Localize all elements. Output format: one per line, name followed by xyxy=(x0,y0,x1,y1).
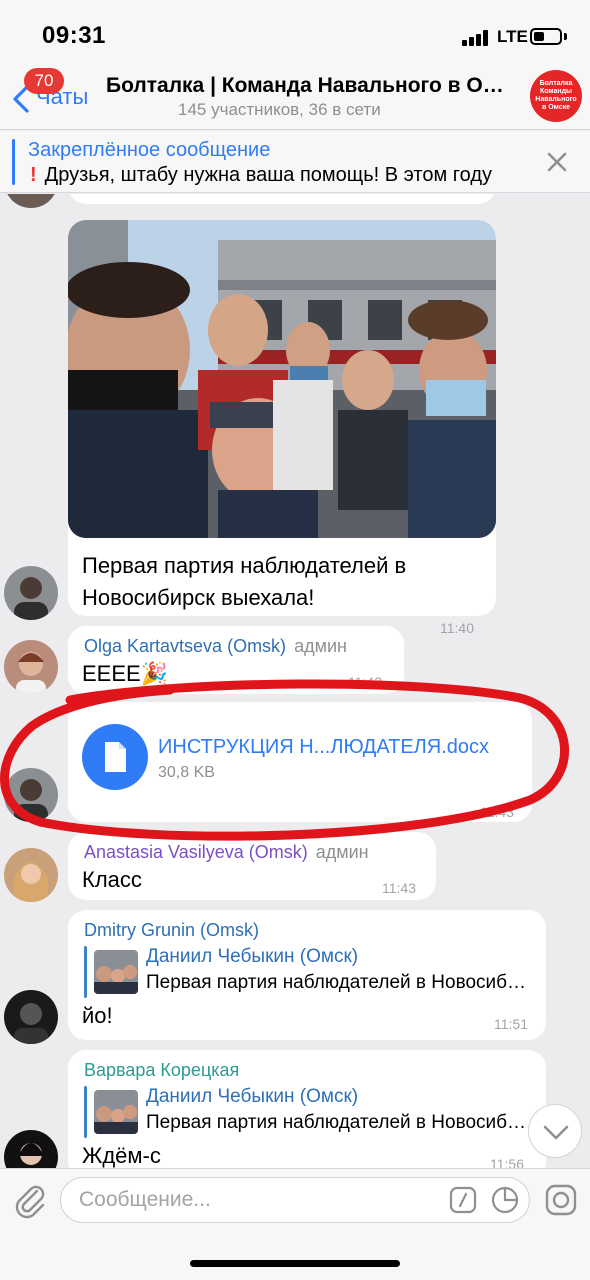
message-time: 11:43 xyxy=(480,804,514,820)
bot-commands-button[interactable] xyxy=(448,1185,478,1215)
paperclip-icon xyxy=(15,1185,45,1219)
admin-label: админ xyxy=(294,636,347,656)
pinned-text: Друзья, штабу нужна ваша помощь! В этом … xyxy=(44,164,492,186)
sender-name[interactable]: Dmitry Grunin (Omsk) xyxy=(84,920,259,941)
message-bubble[interactable]: Anastasia Vasilyeva (Omsk) админ Класс 11… xyxy=(68,832,436,900)
avatar[interactable] xyxy=(4,848,58,902)
reply-text: Первая партия наблюдателей в Новосибирск… xyxy=(146,1112,532,1133)
avatar[interactable] xyxy=(4,990,58,1044)
scroll-to-bottom-button[interactable] xyxy=(528,1104,582,1158)
avatar-image xyxy=(18,1143,44,1165)
avatar[interactable] xyxy=(4,194,58,208)
unread-badge: 70 xyxy=(24,68,64,94)
reply-author: Даниил Чебыкин (Омск) xyxy=(146,1086,359,1107)
exclamation-icon: ! xyxy=(30,164,37,186)
message-text: Первая партия наблюдателей в Новосибирск… xyxy=(82,553,407,610)
chat-header: Чаты 70 Болталка | Команда Навального в … xyxy=(0,62,590,130)
home-indicator xyxy=(190,1260,400,1267)
avatar[interactable] xyxy=(4,640,58,694)
battery-icon xyxy=(530,28,562,45)
pinned-close-button[interactable] xyxy=(540,145,574,179)
sender-name[interactable]: Olga Kartavtseva (Omsk) xyxy=(84,636,286,656)
message-time: 11:43 xyxy=(382,880,416,896)
photo-message[interactable]: Первая партия наблюдателей в Новосибирск… xyxy=(68,220,496,636)
avatar[interactable] xyxy=(4,1130,58,1168)
file-name[interactable]: ИНСТРУКЦИЯ Н...ЛЮДАТЕЛЯ.docx xyxy=(158,736,489,759)
sender-name[interactable]: Anastasia Vasilyeva (Omsk) xyxy=(84,842,308,862)
pinned-accent-bar xyxy=(12,139,15,185)
reply-thumbnail xyxy=(94,950,138,994)
chat-title[interactable]: Болталка | Команда Навального в Омске xyxy=(106,74,516,98)
message-text: Класс xyxy=(82,867,142,892)
message-text: Ждём-с xyxy=(82,1143,161,1168)
reply-author: Даниил Чебыкин (Омск) xyxy=(146,946,359,967)
network-type: LTE xyxy=(497,27,528,46)
avatar-image xyxy=(14,779,48,822)
battery-cap xyxy=(564,33,567,40)
file-message[interactable]: ИНСТРУКЦИЯ Н...ЛЮДАТЕЛЯ.docx 30,8 KB 11:… xyxy=(68,702,532,822)
message-text: йо! xyxy=(82,1003,113,1028)
sticker-icon xyxy=(491,1186,519,1214)
pinned-message[interactable]: Закреплённое сообщение ! Друзья, штабу ну… xyxy=(0,131,590,193)
pinned-text-row: ! Друзья, штабу нужна ваша помощь! В этом… xyxy=(30,164,542,187)
message-time: 11:40 xyxy=(440,620,474,636)
back-button[interactable]: Чаты 70 xyxy=(8,68,104,118)
pinned-title: Закреплённое сообщение xyxy=(28,139,271,161)
reply-bar xyxy=(84,1086,87,1138)
chevron-down-icon xyxy=(543,1125,569,1140)
previous-message-fragment[interactable] xyxy=(68,194,496,204)
avatar-image xyxy=(14,1003,48,1044)
slash-command-icon xyxy=(449,1186,477,1214)
chat-members-status: 145 участников, 36 в сети xyxy=(178,100,381,119)
avatar[interactable] xyxy=(4,566,58,620)
close-icon xyxy=(547,152,567,172)
attach-button[interactable] xyxy=(10,1179,50,1219)
avatar-image xyxy=(16,652,46,694)
sender-name[interactable]: Варвара Корецкая xyxy=(84,1060,239,1081)
signal-icon xyxy=(462,30,492,46)
status-bar: 09:31 LTE xyxy=(0,0,590,62)
admin-label: админ xyxy=(315,842,369,862)
reply-thumbnail xyxy=(94,1090,138,1134)
message-time: 11:51 xyxy=(494,1016,528,1032)
sender-name-row: Anastasia Vasilyeva (Omsk) админ xyxy=(84,842,369,863)
sender-name-row: Olga Kartavtseva (Omsk) админ xyxy=(84,636,347,657)
reply-text: Первая партия наблюдателей в Новосибирск… xyxy=(146,972,532,993)
avatar-image xyxy=(14,577,48,620)
avatar-image xyxy=(14,862,48,902)
avatar[interactable] xyxy=(4,768,58,822)
camera-button[interactable] xyxy=(544,1183,578,1217)
photo-image[interactable] xyxy=(68,220,496,538)
document-icon[interactable] xyxy=(82,724,148,790)
chat-avatar[interactable]: Болталка Команды Навального в Омске xyxy=(530,70,582,122)
message-time: 11:56 xyxy=(490,1156,524,1168)
sticker-button[interactable] xyxy=(490,1185,520,1215)
message-bubble[interactable]: Варвара Корецкая Даниил Чебыкин (Омск) П… xyxy=(68,1050,546,1168)
file-size: 30,8 KB xyxy=(158,764,215,781)
message-text: ЕЕЕЕ🎉 xyxy=(82,661,169,686)
reply-bar xyxy=(84,946,87,998)
message-bubble[interactable]: Dmitry Grunin (Omsk) Даниил Чебыкин (Омс… xyxy=(68,910,546,1040)
message-list[interactable]: Первая партия наблюдателей в Новосибирск… xyxy=(0,194,590,1168)
message-bubble[interactable]: Olga Kartavtseva (Omsk) админ ЕЕЕЕ🎉 11:42 xyxy=(68,626,404,694)
camera-icon xyxy=(545,1184,577,1216)
status-time: 09:31 xyxy=(42,22,106,49)
message-time: 11:42 xyxy=(348,674,382,690)
